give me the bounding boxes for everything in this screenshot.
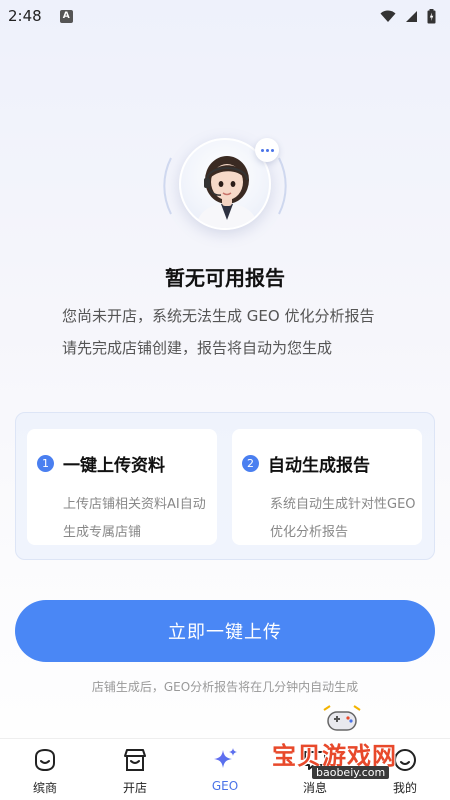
step-description: 系统自动生成针对性GEO 优化分析报告 [270,497,416,540]
steps-panel: 1 一键上传资料 上传店铺相关资料AI自动生成专属店铺 2 自动生成报告 系统自… [15,412,435,560]
status-time: 2:48 [8,7,42,25]
step-title: 自动生成报告 [268,456,370,476]
step-header: 2 自动生成报告 [242,451,370,476]
gamepad-icon [323,705,361,731]
notification-icon: A [59,9,73,23]
message-icon [300,745,330,775]
sparkle-icon [210,745,240,775]
battery-icon [427,8,436,23]
status-icons [380,8,436,24]
tab-messages[interactable]: 消息 [270,739,360,800]
status-bar: 2:48 A [0,0,450,32]
tab-label: GEO [211,779,239,793]
profile-icon [390,745,420,775]
store-icon [120,745,150,775]
signal-icon [406,10,417,22]
tab-label: 消息 [302,781,327,795]
empty-state-description: 您尚未开店，系统无法生成 GEO 优化分析报告 请先完成店铺创建，报告将自动为您… [62,307,375,357]
upload-now-button[interactable]: 立即一键上传 [15,600,435,662]
tab-open-store[interactable]: 开店 [90,739,180,800]
step-card-report: 2 自动生成报告 系统自动生成针对性GEO 优化分析报告 [232,429,422,545]
tab-label: 开店 [122,781,147,795]
tab-profile[interactable]: 我的 [360,739,450,800]
tab-label: 我的 [392,781,417,795]
empty-state-title: 暂无可用报告 [165,266,285,290]
bottom-tab-bar: 缤商 开店 GEO 消息 我的 [0,738,450,800]
step-description: 上传店铺相关资料AI自动生成专属店铺 [63,497,206,540]
more-options-icon[interactable] [255,138,279,162]
wifi-icon [380,10,396,22]
assistant-illustration [163,128,287,248]
tab-label: 缤商 [32,781,57,795]
tab-binshang[interactable]: 缤商 [0,739,90,800]
step-number-badge: 1 [37,455,54,472]
step-title: 一键上传资料 [63,456,165,476]
step-number-badge: 2 [242,455,259,472]
tab-geo[interactable]: GEO [180,739,270,800]
footnote: 店铺生成后，GEO分析报告将在几分钟内自动生成 [91,680,359,694]
step-card-upload: 1 一键上传资料 上传店铺相关资料AI自动生成专属店铺 [27,429,217,545]
step-header: 1 一键上传资料 [37,451,165,476]
face-icon [30,745,60,775]
